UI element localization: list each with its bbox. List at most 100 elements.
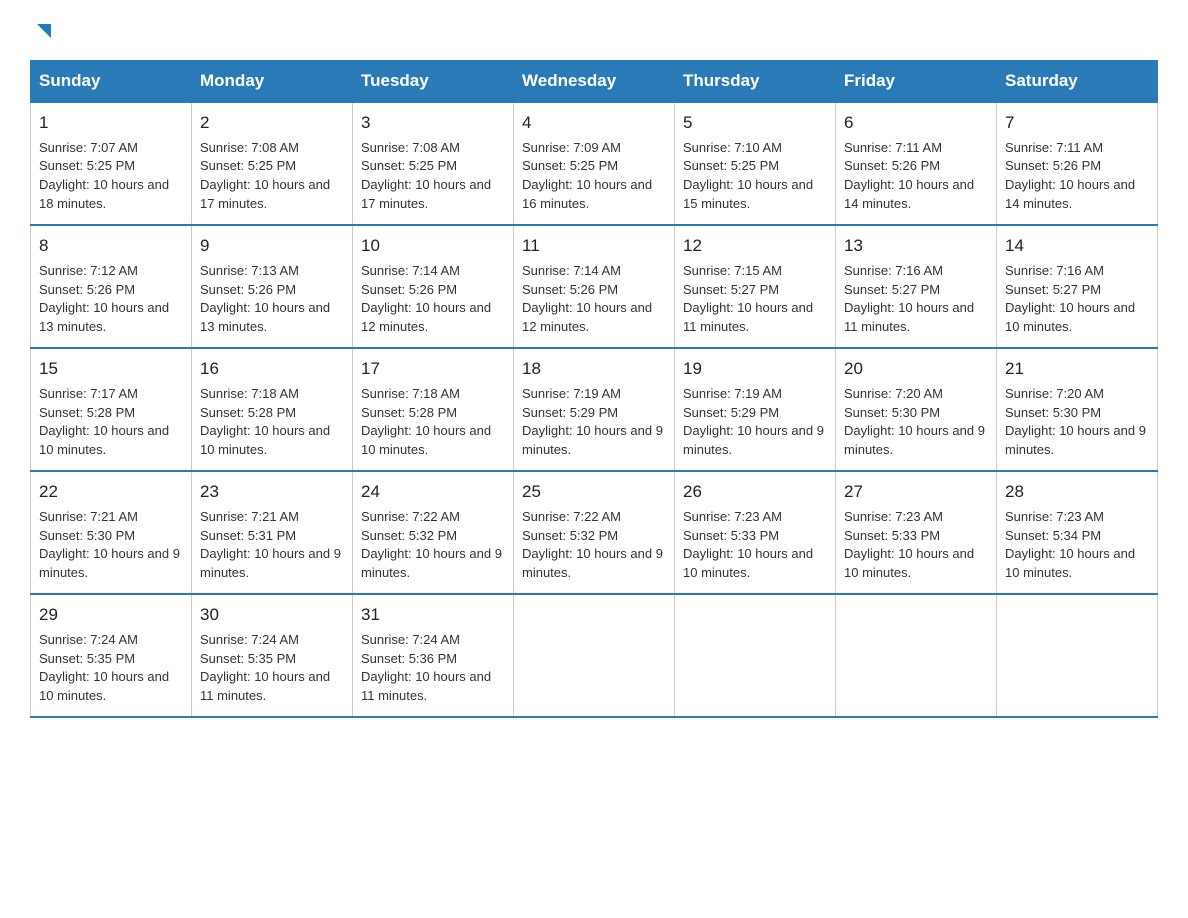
calendar-cell: 21 Sunrise: 7:20 AM Sunset: 5:30 PM Dayl… (997, 348, 1158, 471)
day-number: 20 (844, 357, 988, 382)
daylight-label: Daylight: 10 hours and 14 minutes. (1005, 177, 1135, 211)
sunset-label: Sunset: 5:32 PM (361, 528, 457, 543)
daylight-label: Daylight: 10 hours and 10 minutes. (1005, 300, 1135, 334)
header-sunday: Sunday (31, 61, 192, 103)
day-number: 13 (844, 234, 988, 259)
sunrise-label: Sunrise: 7:21 AM (39, 509, 138, 524)
calendar-cell: 11 Sunrise: 7:14 AM Sunset: 5:26 PM Dayl… (514, 225, 675, 348)
sunrise-label: Sunrise: 7:21 AM (200, 509, 299, 524)
sunrise-label: Sunrise: 7:23 AM (844, 509, 943, 524)
day-number: 12 (683, 234, 827, 259)
header-monday: Monday (192, 61, 353, 103)
calendar-cell: 6 Sunrise: 7:11 AM Sunset: 5:26 PM Dayli… (836, 102, 997, 225)
day-info: Sunrise: 7:19 AM Sunset: 5:29 PM Dayligh… (522, 385, 666, 460)
daylight-label: Daylight: 10 hours and 10 minutes. (844, 546, 974, 580)
daylight-label: Daylight: 10 hours and 14 minutes. (844, 177, 974, 211)
calendar-cell: 19 Sunrise: 7:19 AM Sunset: 5:29 PM Dayl… (675, 348, 836, 471)
day-number: 19 (683, 357, 827, 382)
sunset-label: Sunset: 5:25 PM (200, 158, 296, 173)
calendar-cell: 7 Sunrise: 7:11 AM Sunset: 5:26 PM Dayli… (997, 102, 1158, 225)
sunset-label: Sunset: 5:35 PM (39, 651, 135, 666)
day-number: 10 (361, 234, 505, 259)
logo-triangle-icon (33, 20, 55, 42)
sunset-label: Sunset: 5:26 PM (361, 282, 457, 297)
day-info: Sunrise: 7:11 AM Sunset: 5:26 PM Dayligh… (1005, 139, 1149, 214)
day-info: Sunrise: 7:15 AM Sunset: 5:27 PM Dayligh… (683, 262, 827, 337)
day-number: 6 (844, 111, 988, 136)
calendar-cell: 5 Sunrise: 7:10 AM Sunset: 5:25 PM Dayli… (675, 102, 836, 225)
calendar-cell: 28 Sunrise: 7:23 AM Sunset: 5:34 PM Dayl… (997, 471, 1158, 594)
day-info: Sunrise: 7:13 AM Sunset: 5:26 PM Dayligh… (200, 262, 344, 337)
day-number: 29 (39, 603, 183, 628)
calendar-cell: 3 Sunrise: 7:08 AM Sunset: 5:25 PM Dayli… (353, 102, 514, 225)
calendar-cell: 27 Sunrise: 7:23 AM Sunset: 5:33 PM Dayl… (836, 471, 997, 594)
calendar-cell: 25 Sunrise: 7:22 AM Sunset: 5:32 PM Dayl… (514, 471, 675, 594)
sunrise-label: Sunrise: 7:10 AM (683, 140, 782, 155)
daylight-label: Daylight: 10 hours and 17 minutes. (200, 177, 330, 211)
calendar-cell: 12 Sunrise: 7:15 AM Sunset: 5:27 PM Dayl… (675, 225, 836, 348)
sunrise-label: Sunrise: 7:11 AM (1005, 140, 1103, 155)
day-number: 27 (844, 480, 988, 505)
calendar-cell (514, 594, 675, 717)
sunrise-label: Sunrise: 7:14 AM (522, 263, 621, 278)
day-number: 17 (361, 357, 505, 382)
logo-general-text (30, 20, 55, 42)
daylight-label: Daylight: 10 hours and 10 minutes. (39, 669, 169, 703)
sunrise-label: Sunrise: 7:22 AM (361, 509, 460, 524)
calendar-cell: 30 Sunrise: 7:24 AM Sunset: 5:35 PM Dayl… (192, 594, 353, 717)
sunset-label: Sunset: 5:28 PM (39, 405, 135, 420)
calendar-cell: 9 Sunrise: 7:13 AM Sunset: 5:26 PM Dayli… (192, 225, 353, 348)
day-number: 31 (361, 603, 505, 628)
sunset-label: Sunset: 5:27 PM (683, 282, 779, 297)
daylight-label: Daylight: 10 hours and 12 minutes. (522, 300, 652, 334)
day-info: Sunrise: 7:08 AM Sunset: 5:25 PM Dayligh… (200, 139, 344, 214)
day-number: 5 (683, 111, 827, 136)
day-number: 21 (1005, 357, 1149, 382)
day-info: Sunrise: 7:14 AM Sunset: 5:26 PM Dayligh… (522, 262, 666, 337)
sunrise-label: Sunrise: 7:20 AM (1005, 386, 1104, 401)
day-info: Sunrise: 7:24 AM Sunset: 5:35 PM Dayligh… (39, 631, 183, 706)
day-number: 9 (200, 234, 344, 259)
daylight-label: Daylight: 10 hours and 10 minutes. (200, 423, 330, 457)
calendar-cell: 8 Sunrise: 7:12 AM Sunset: 5:26 PM Dayli… (31, 225, 192, 348)
sunset-label: Sunset: 5:28 PM (361, 405, 457, 420)
sunrise-label: Sunrise: 7:22 AM (522, 509, 621, 524)
sunset-label: Sunset: 5:27 PM (844, 282, 940, 297)
day-info: Sunrise: 7:09 AM Sunset: 5:25 PM Dayligh… (522, 139, 666, 214)
calendar-cell (997, 594, 1158, 717)
day-info: Sunrise: 7:16 AM Sunset: 5:27 PM Dayligh… (1005, 262, 1149, 337)
sunset-label: Sunset: 5:34 PM (1005, 528, 1101, 543)
sunset-label: Sunset: 5:25 PM (39, 158, 135, 173)
sunrise-label: Sunrise: 7:18 AM (200, 386, 299, 401)
day-number: 14 (1005, 234, 1149, 259)
calendar-cell: 15 Sunrise: 7:17 AM Sunset: 5:28 PM Dayl… (31, 348, 192, 471)
day-number: 25 (522, 480, 666, 505)
sunset-label: Sunset: 5:25 PM (522, 158, 618, 173)
sunset-label: Sunset: 5:27 PM (1005, 282, 1101, 297)
day-info: Sunrise: 7:14 AM Sunset: 5:26 PM Dayligh… (361, 262, 505, 337)
calendar-cell: 26 Sunrise: 7:23 AM Sunset: 5:33 PM Dayl… (675, 471, 836, 594)
calendar-cell: 2 Sunrise: 7:08 AM Sunset: 5:25 PM Dayli… (192, 102, 353, 225)
calendar-cell: 17 Sunrise: 7:18 AM Sunset: 5:28 PM Dayl… (353, 348, 514, 471)
day-info: Sunrise: 7:18 AM Sunset: 5:28 PM Dayligh… (361, 385, 505, 460)
calendar-table: Sunday Monday Tuesday Wednesday Thursday… (30, 60, 1158, 718)
calendar-cell: 29 Sunrise: 7:24 AM Sunset: 5:35 PM Dayl… (31, 594, 192, 717)
sunrise-label: Sunrise: 7:23 AM (683, 509, 782, 524)
day-info: Sunrise: 7:12 AM Sunset: 5:26 PM Dayligh… (39, 262, 183, 337)
day-info: Sunrise: 7:10 AM Sunset: 5:25 PM Dayligh… (683, 139, 827, 214)
day-number: 28 (1005, 480, 1149, 505)
calendar-cell: 22 Sunrise: 7:21 AM Sunset: 5:30 PM Dayl… (31, 471, 192, 594)
calendar-cell: 24 Sunrise: 7:22 AM Sunset: 5:32 PM Dayl… (353, 471, 514, 594)
calendar-week-row: 1 Sunrise: 7:07 AM Sunset: 5:25 PM Dayli… (31, 102, 1158, 225)
day-number: 7 (1005, 111, 1149, 136)
daylight-label: Daylight: 10 hours and 9 minutes. (522, 423, 663, 457)
sunset-label: Sunset: 5:30 PM (1005, 405, 1101, 420)
sunrise-label: Sunrise: 7:08 AM (200, 140, 299, 155)
day-info: Sunrise: 7:23 AM Sunset: 5:33 PM Dayligh… (683, 508, 827, 583)
daylight-label: Daylight: 10 hours and 16 minutes. (522, 177, 652, 211)
day-info: Sunrise: 7:23 AM Sunset: 5:33 PM Dayligh… (844, 508, 988, 583)
sunset-label: Sunset: 5:33 PM (683, 528, 779, 543)
sunset-label: Sunset: 5:26 PM (39, 282, 135, 297)
sunrise-label: Sunrise: 7:24 AM (39, 632, 138, 647)
daylight-label: Daylight: 10 hours and 11 minutes. (361, 669, 491, 703)
